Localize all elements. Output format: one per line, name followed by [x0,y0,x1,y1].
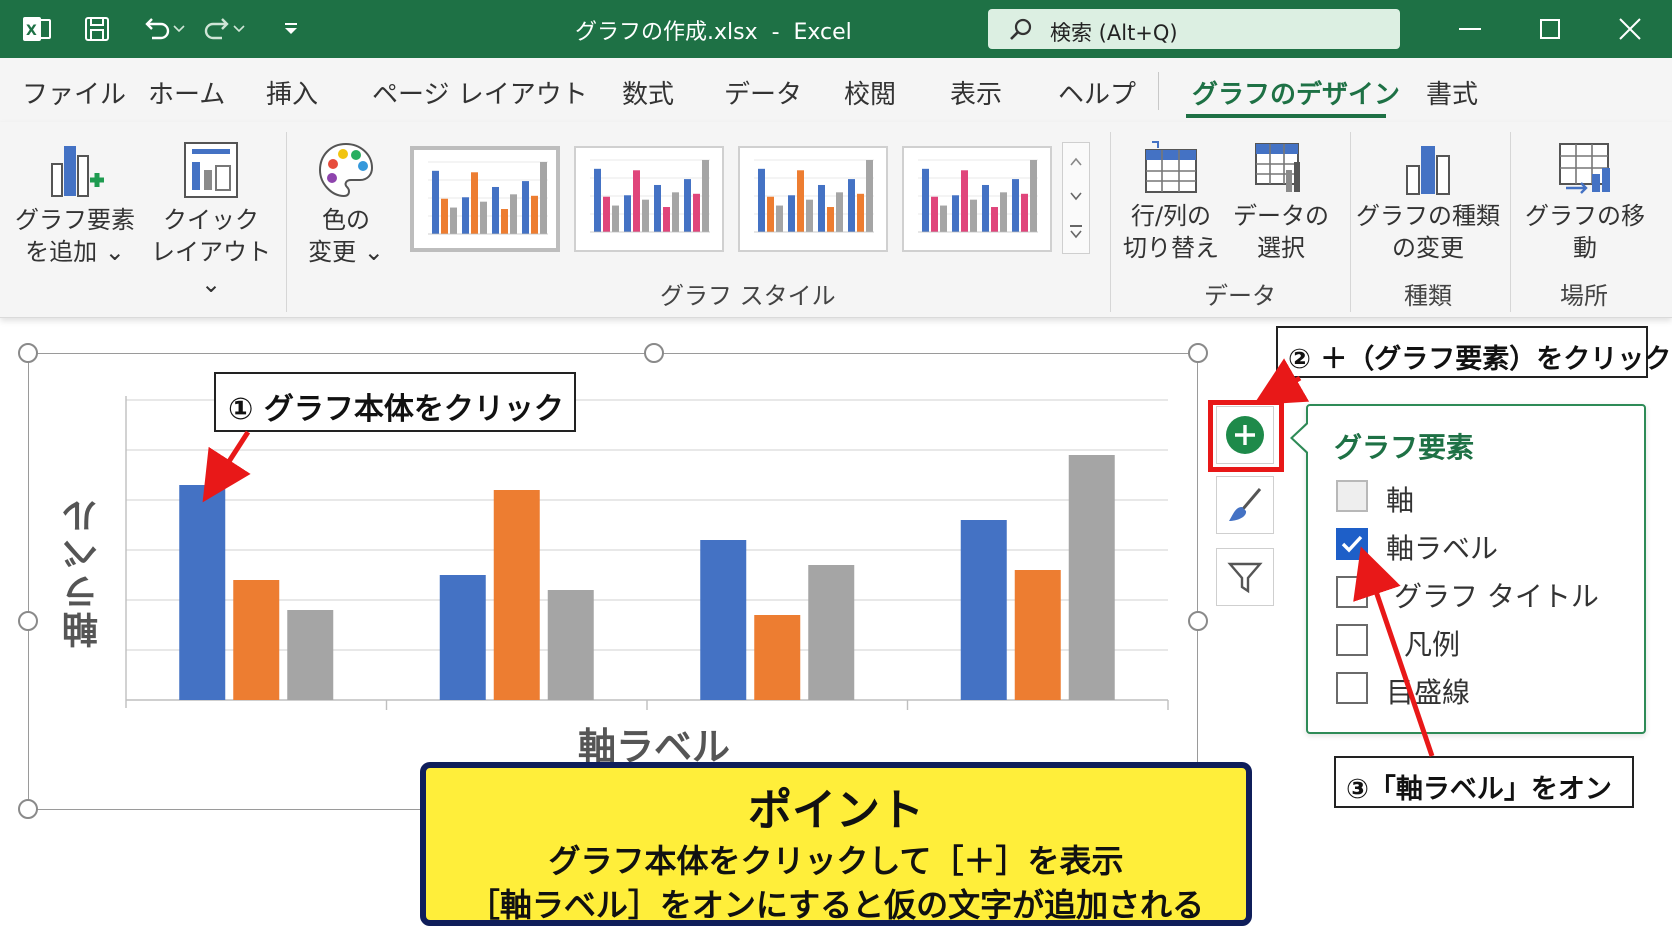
legend-label: 凡例 [1404,628,1461,661]
resize-handle-bottom-left[interactable] [18,799,38,819]
axes-checkbox[interactable] [1336,480,1368,512]
axis-titles-label: 軸ラベル [1386,532,1499,565]
bar-s1-c2 [439,575,486,700]
brush-icon [1229,488,1262,521]
bar-s1-c1 [179,485,226,700]
resize-handle-top-right[interactable] [1188,343,1208,363]
y-axis-title[interactable]: 軸ラベル [58,496,110,648]
point-heading: ポイント [748,785,924,836]
gridlines-label: 目盛線 [1386,676,1471,709]
point-line-1: グラフ本体をクリックして［＋］を表示 [548,842,1124,880]
bar-s3-c1 [287,610,334,700]
chart-title-label: グラフ タイトル [1394,580,1599,613]
resize-handle-top[interactable] [644,343,664,363]
panel-pointer-inner [1293,424,1308,452]
chart-title-checkbox[interactable] [1336,576,1368,608]
resize-handle-right[interactable] [1188,611,1208,631]
bar-s2-c3 [754,615,801,700]
bar-s1-c4 [960,520,1007,700]
step1-callout: ① グラフ本体をクリック [214,372,576,432]
bar-s2-c2 [493,490,540,700]
bar-s3-c2 [547,590,594,700]
axes-label: 軸 [1386,484,1415,517]
resize-handle-top-left[interactable] [18,343,38,363]
bar-s1-c3 [700,540,747,700]
bar-s3-c3 [808,565,855,700]
step3-callout: ③「軸ラベル」をオン [1334,756,1634,808]
chart-styles-button[interactable] [1216,476,1274,534]
legend-checkbox[interactable] [1336,624,1368,656]
bar-s3-c4 [1068,455,1115,700]
resize-handle-left[interactable] [18,611,38,631]
checkmark-icon [1341,535,1363,553]
step2-callout: ② ＋（グラフ要素）をクリック [1276,326,1671,378]
panel-title: グラフ要素 [1334,431,1475,464]
bar-s2-c4 [1014,570,1061,700]
point-line-2: ［軸ラベル］をオンにすると仮の文字が追加される [467,886,1205,924]
chart-elements-panel: グラフ要素 軸 軸ラベル グラフ タイトル 凡例 目盛線 [1306,404,1646,734]
filter-icon [1227,562,1263,594]
gridlines-checkbox[interactable] [1336,672,1368,704]
bar-s2-c1 [233,580,280,700]
axis-titles-checkbox[interactable] [1336,528,1368,560]
point-box: ポイント グラフ本体をクリックして［＋］を表示 ［軸ラベル］をオンにすると仮の文… [420,762,1252,926]
chart-filters-button[interactable] [1216,548,1274,606]
highlight-frame [1208,400,1284,472]
